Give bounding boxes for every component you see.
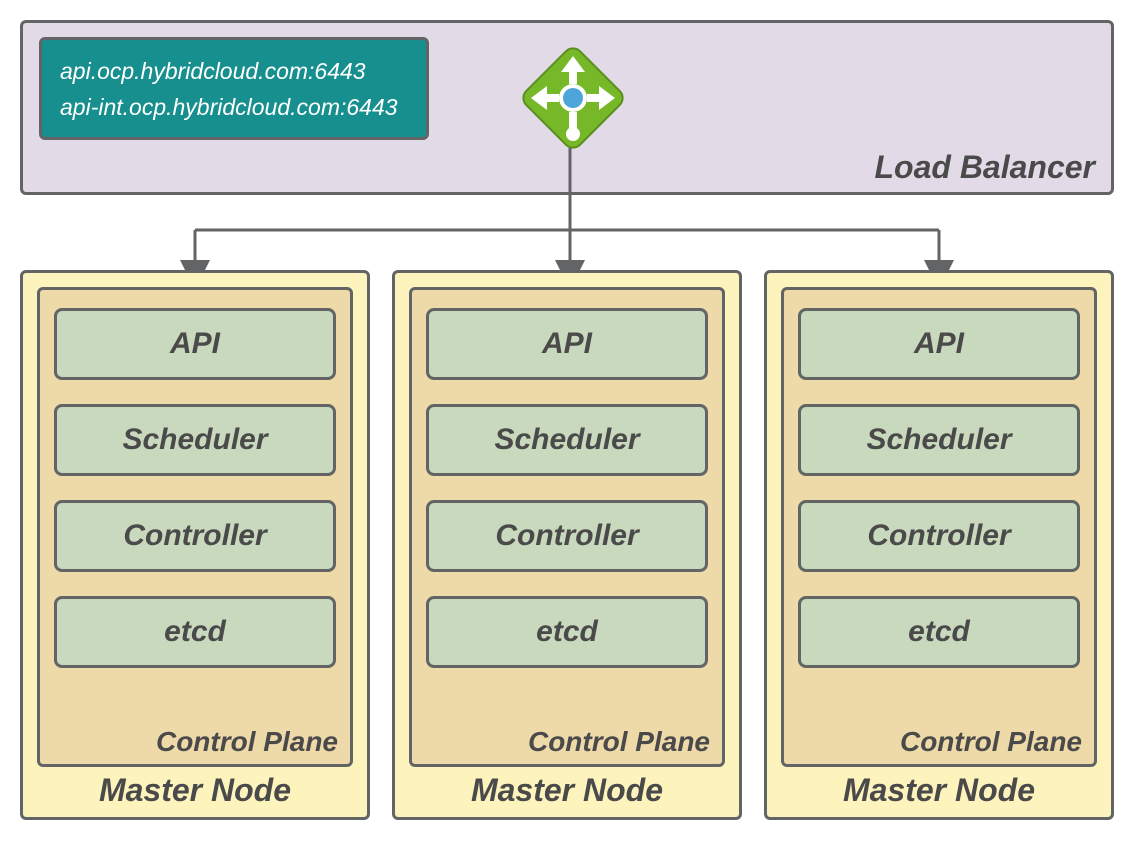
master-node-label: Master Node <box>23 772 367 809</box>
master-node: API Scheduler Controller etcd Control Pl… <box>20 270 370 820</box>
control-plane-label: Control Plane <box>900 726 1082 758</box>
component-scheduler: Scheduler <box>426 404 708 476</box>
control-plane-box: API Scheduler Controller etcd Control Pl… <box>37 287 353 767</box>
component-scheduler: Scheduler <box>798 404 1080 476</box>
master-nodes-row: API Scheduler Controller etcd Control Pl… <box>20 270 1114 820</box>
component-etcd: etcd <box>426 596 708 668</box>
master-node-label: Master Node <box>395 772 739 809</box>
component-api: API <box>54 308 336 380</box>
component-list: API Scheduler Controller etcd <box>54 308 336 668</box>
control-plane-label: Control Plane <box>156 726 338 758</box>
control-plane-box: API Scheduler Controller etcd Control Pl… <box>409 287 725 767</box>
master-node: API Scheduler Controller etcd Control Pl… <box>392 270 742 820</box>
component-list: API Scheduler Controller etcd <box>798 308 1080 668</box>
component-controller: Controller <box>54 500 336 572</box>
load-balancer-box: api.ocp.hybridcloud.com:6443 api-int.ocp… <box>20 20 1114 195</box>
load-balancer-label: Load Balancer <box>874 149 1095 186</box>
component-controller: Controller <box>426 500 708 572</box>
endpoint-list: api.ocp.hybridcloud.com:6443 api-int.ocp… <box>39 37 429 140</box>
master-node: API Scheduler Controller etcd Control Pl… <box>764 270 1114 820</box>
component-etcd: etcd <box>54 596 336 668</box>
component-scheduler: Scheduler <box>54 404 336 476</box>
control-plane-box: API Scheduler Controller etcd Control Pl… <box>781 287 1097 767</box>
load-balancer-icon <box>518 43 628 158</box>
component-api: API <box>426 308 708 380</box>
endpoint-text: api-int.ocp.hybridcloud.com:6443 <box>60 90 408 126</box>
control-plane-label: Control Plane <box>528 726 710 758</box>
architecture-diagram: api.ocp.hybridcloud.com:6443 api-int.ocp… <box>20 20 1114 826</box>
component-list: API Scheduler Controller etcd <box>426 308 708 668</box>
component-controller: Controller <box>798 500 1080 572</box>
component-api: API <box>798 308 1080 380</box>
endpoint-text: api.ocp.hybridcloud.com:6443 <box>60 54 408 90</box>
component-etcd: etcd <box>798 596 1080 668</box>
master-node-label: Master Node <box>767 772 1111 809</box>
